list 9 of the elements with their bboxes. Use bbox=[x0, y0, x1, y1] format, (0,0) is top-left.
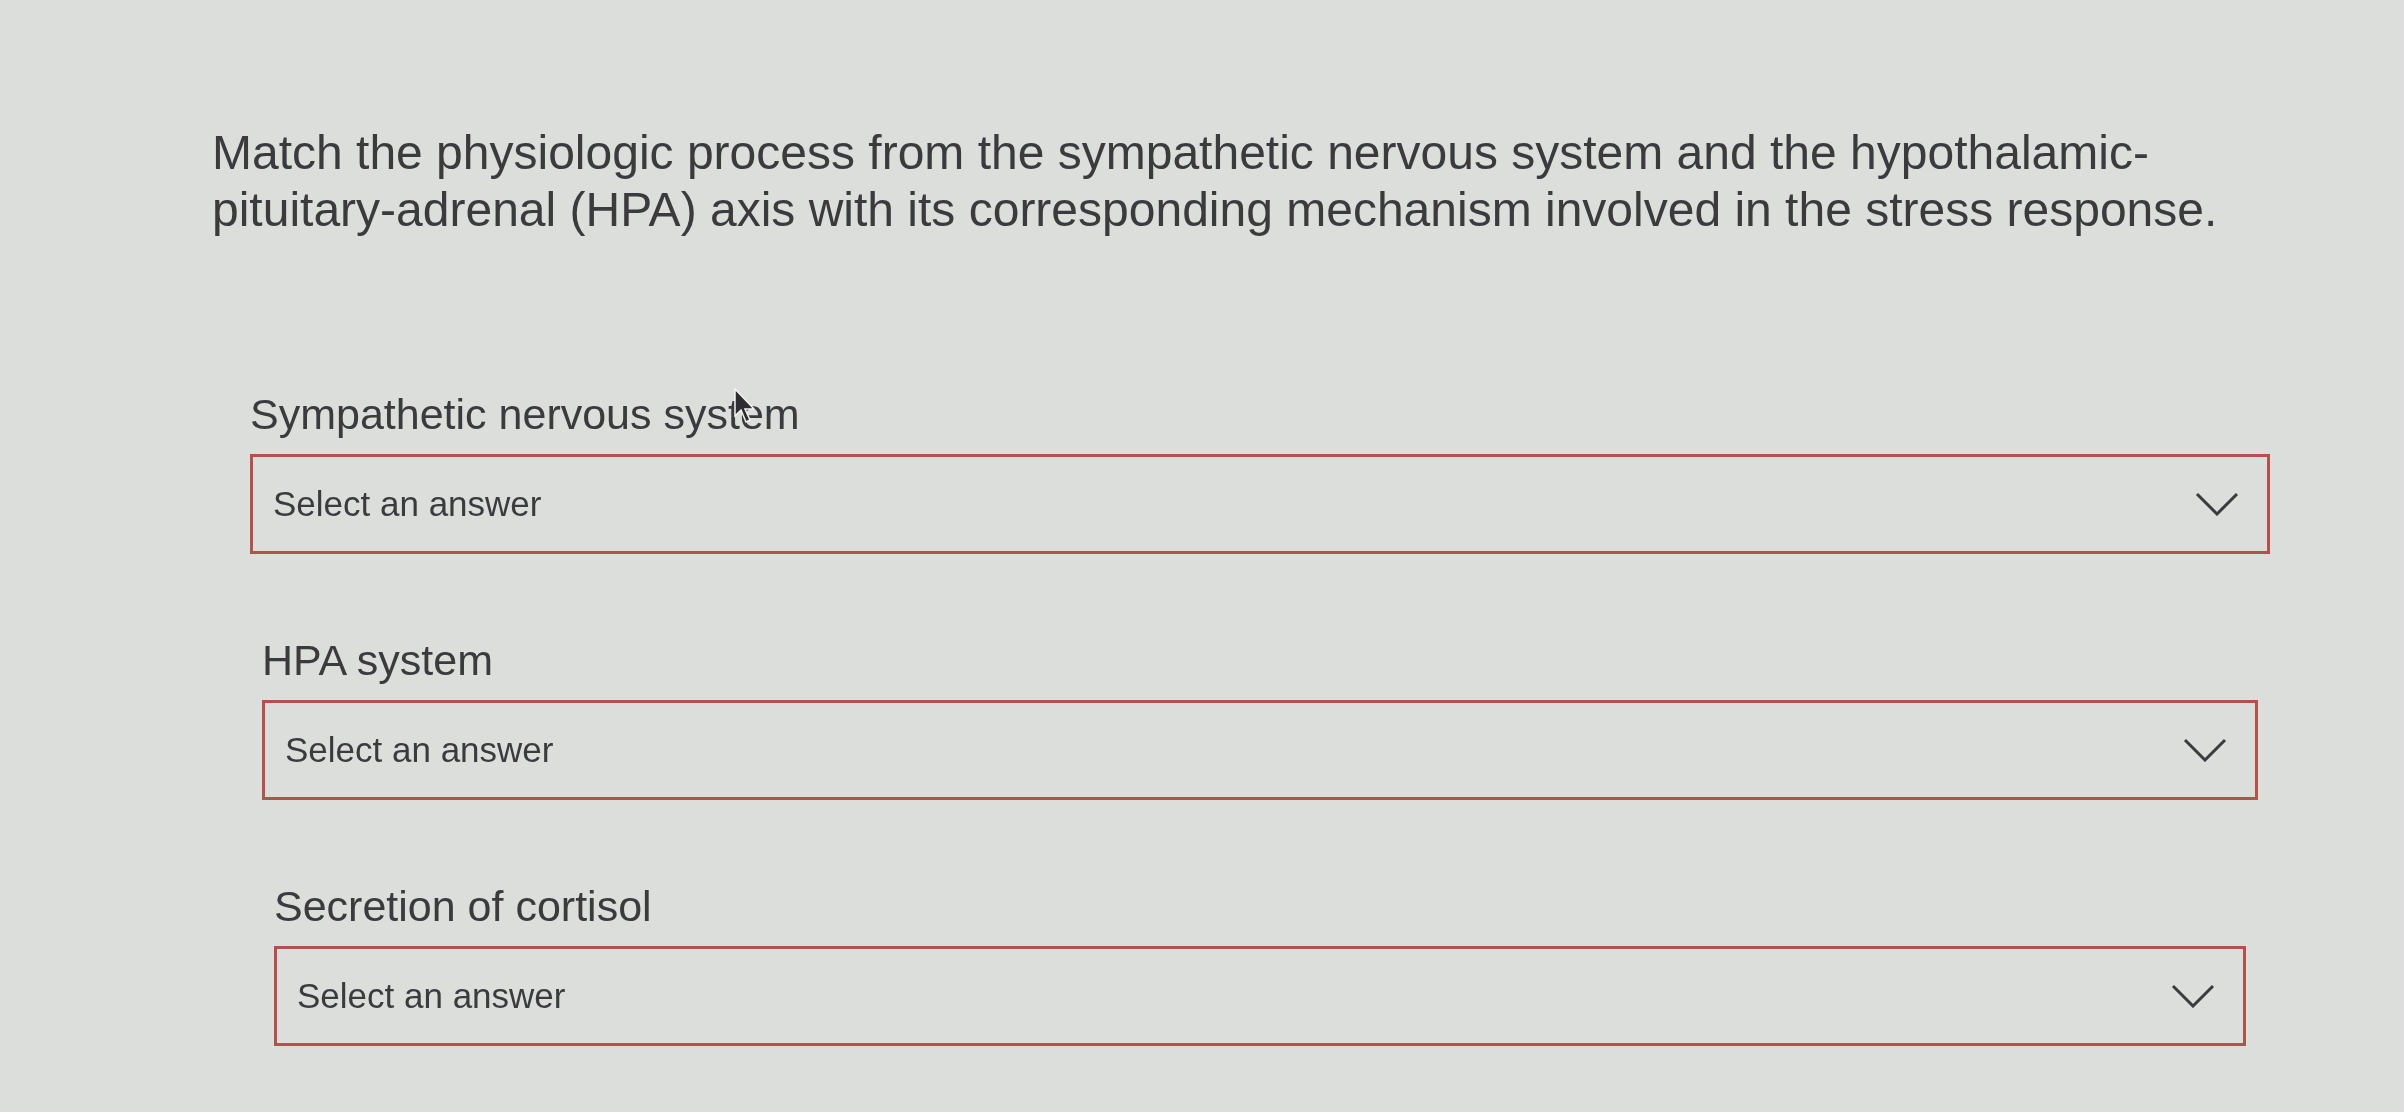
chevron-down-icon bbox=[2195, 492, 2239, 516]
answer-dropdown[interactable]: Select an answer bbox=[250, 454, 2270, 554]
chevron-down-icon bbox=[2171, 984, 2215, 1008]
answer-dropdown[interactable]: Select an answer bbox=[262, 700, 2258, 800]
chevron-down-icon bbox=[2183, 738, 2227, 762]
answer-dropdown[interactable]: Select an answer bbox=[274, 946, 2246, 1046]
field-label: HPA system bbox=[262, 635, 493, 686]
field-label: Secretion of cortisol bbox=[274, 881, 652, 932]
question-text: Match the physiologic process from the sympathetic nervous system and the hypothalamic-pituitary-adrenal (HPA) axis with its corresponding mechanism involved in the stress response. bbox=[212, 125, 2219, 238]
